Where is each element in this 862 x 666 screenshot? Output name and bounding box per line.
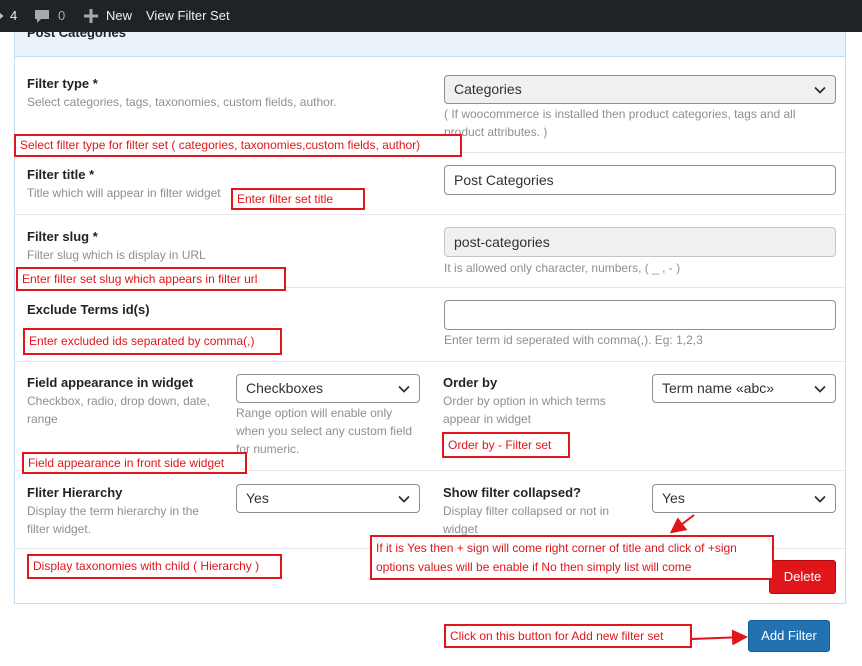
annotation-add-filter: Click on this button for Add new filter … — [444, 624, 692, 648]
field-appearance-description-line2: range — [27, 412, 58, 426]
updates-count[interactable]: 4 — [10, 0, 17, 32]
order-by-select[interactable]: Term name «abc» — [652, 374, 836, 403]
filter-type-value: Categories — [454, 81, 522, 97]
annotation-filter-title: Enter filter set title — [231, 188, 365, 210]
show-collapsed-description-line1: Display filter collapsed or not in — [443, 504, 610, 518]
filter-title-description: Title which will appear in filter widget — [27, 186, 221, 200]
filter-type-help-line2: product attributes. ) — [444, 125, 548, 139]
order-by-description-line2: appear in widget — [443, 412, 532, 426]
chevron-down-icon — [814, 495, 826, 503]
order-by-value: Term name «abc» — [662, 380, 775, 396]
annotation-exclude: Enter excluded ids separated by comma(,) — [23, 328, 282, 355]
order-by-label: Order by — [443, 375, 498, 390]
filter-type-description: Select categories, tags, taxonomies, cus… — [27, 95, 337, 109]
field-appearance-label: Field appearance in widget — [27, 375, 194, 390]
annotation-order-by: Order by - Filter set — [442, 432, 570, 458]
chevron-down-icon — [398, 385, 410, 393]
filter-hierarchy-label: Fliter Hierarchy — [27, 485, 123, 500]
show-collapsed-select[interactable]: Yes — [652, 484, 836, 513]
annotation-filter-type: Select filter type for filter set ( cate… — [14, 134, 462, 157]
filter-slug-description: Filter slug which is display in URL — [27, 248, 206, 262]
add-filter-button[interactable]: Add Filter — [748, 620, 830, 652]
exclude-terms-help: Enter term id seperated with comma(,). E… — [444, 333, 703, 347]
exclude-terms-label: Exclude Terms id(s) — [27, 302, 150, 317]
annotation-collapsed: If it is Yes then + sign will come right… — [370, 535, 774, 580]
exclude-terms-input[interactable] — [444, 300, 836, 330]
annotation-filter-slug: Enter filter set slug which appears in f… — [16, 267, 286, 291]
show-collapsed-label: Show filter collapsed? — [443, 485, 581, 500]
chevron-down-icon — [814, 86, 826, 94]
annotation-collapsed-line1: If it is Yes then + sign will come right… — [376, 541, 737, 555]
filter-hierarchy-value: Yes — [246, 490, 269, 506]
view-filter-set-link[interactable]: View Filter Set — [146, 0, 230, 32]
chevron-down-icon — [814, 385, 826, 393]
show-collapsed-value: Yes — [662, 490, 685, 506]
field-appearance-select[interactable]: Checkboxes — [236, 374, 420, 403]
filter-type-help-line1: ( If woocommerce is installed then produ… — [444, 107, 796, 121]
field-appearance-help-line2: when you select any custom field — [236, 424, 413, 438]
order-by-description-line1: Order by option in which terms — [443, 394, 606, 408]
filter-slug-help: It is allowed only character, numbers, (… — [444, 261, 681, 275]
filter-title-label: Filter title * — [27, 167, 95, 182]
plus-icon[interactable] — [84, 9, 98, 23]
updates-icon — [0, 13, 4, 19]
annotation-hierarchy: Display taxonomies with child ( Hierarch… — [27, 554, 282, 579]
filter-slug-label: Filter slug * — [27, 229, 98, 244]
row-divider — [15, 214, 845, 215]
filter-type-select[interactable]: Categories — [444, 75, 836, 104]
annotation-appearance: Field appearance in front side widget — [22, 452, 247, 474]
panel-title: Post Categories — [27, 25, 126, 40]
filter-type-label: Filter type * — [27, 76, 98, 91]
filter-hierarchy-description-line2: filter widget. — [27, 522, 92, 536]
row-divider — [15, 361, 845, 362]
field-appearance-help-line1: Range option will enable only — [236, 406, 393, 420]
field-appearance-description-line1: Checkbox, radio, drop down, date, — [27, 394, 210, 408]
filter-slug-input[interactable] — [444, 227, 836, 257]
annotation-collapsed-line2: options values will be enable if No then… — [376, 560, 692, 574]
filter-title-input[interactable] — [444, 165, 836, 195]
admin-bar: 4 0 New View Filter Set — [0, 0, 862, 32]
field-appearance-help-line3: for numeric. — [236, 442, 300, 456]
comment-icon[interactable] — [34, 9, 50, 24]
panel-header: Post Categories — [14, 25, 846, 57]
field-appearance-value: Checkboxes — [246, 380, 324, 396]
filter-hierarchy-select[interactable]: Yes — [236, 484, 420, 513]
delete-button[interactable]: Delete — [769, 560, 836, 594]
filter-hierarchy-description-line1: Display the term hierarchy in the — [27, 504, 200, 518]
chevron-down-icon — [398, 495, 410, 503]
